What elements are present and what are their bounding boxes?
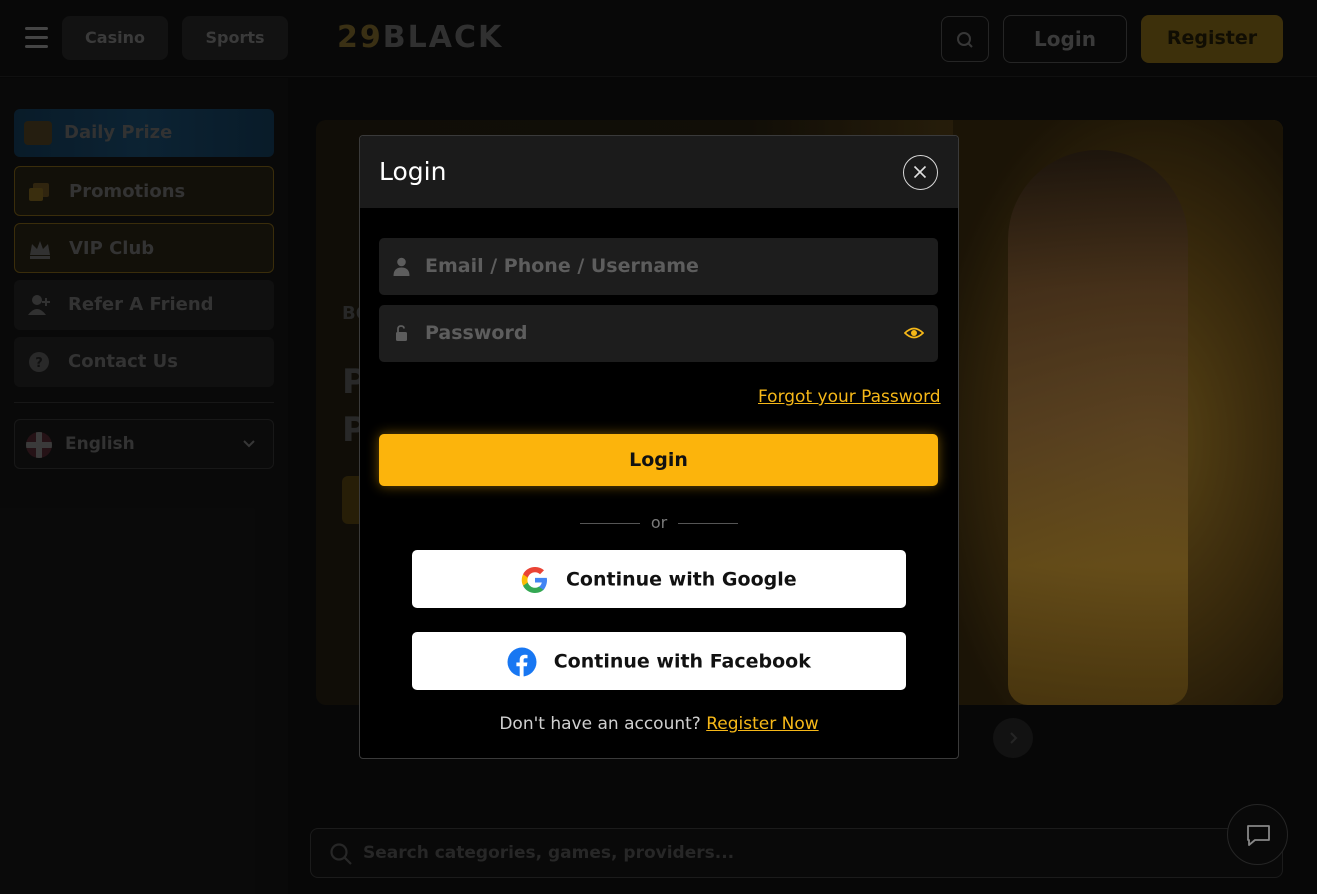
close-icon [913,165,927,179]
forgot-password-link[interactable]: Forgot your Password [758,387,941,407]
user-icon [393,257,410,276]
facebook-icon [507,647,537,677]
modal-title: Login [379,157,447,186]
google-icon [522,566,548,593]
lock-icon [396,325,407,341]
login-modal: Login Email / Phone / Username Password … [359,135,959,759]
username-field[interactable]: Email / Phone / Username [379,238,938,295]
password-placeholder: Password [425,322,528,344]
facebook-login-label: Continue with Facebook [553,650,811,673]
signup-prompt: Don't have an account? [499,714,701,734]
modal-header: Login [360,136,958,208]
show-password-icon[interactable] [904,325,924,341]
username-placeholder: Email / Phone / Username [425,255,699,277]
password-field[interactable]: Password [379,305,938,362]
close-button[interactable] [903,155,938,190]
signup-row: Don't have an account? Register Now [360,714,958,734]
google-login-label: Continue with Google [565,568,797,591]
google-login-button[interactable]: Continue with Google [412,550,906,608]
login-submit-button[interactable]: Login [379,434,938,486]
or-divider: or [580,513,738,533]
register-now-link[interactable]: Register Now [706,714,818,734]
facebook-login-button[interactable]: Continue with Facebook [412,632,906,690]
